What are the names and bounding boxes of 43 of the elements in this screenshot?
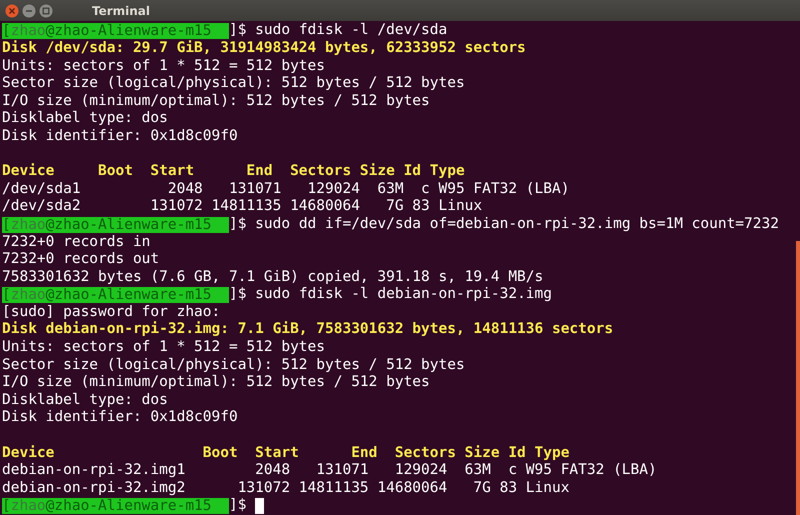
output-line: Units: sectors of 1 * 512 = 512 bytes bbox=[2, 58, 326, 76]
window-title: Terminal bbox=[92, 4, 150, 18]
output-heading: Disk debian-on-rpi-32.img: 7.1 GiB, 7583301632 bytes, 14811136 sectors bbox=[2, 321, 614, 340]
command-text: ]$ bbox=[228, 497, 246, 515]
prompt-user: zhao bbox=[10, 216, 46, 233]
maximize-icon[interactable] bbox=[39, 4, 53, 18]
output-line: Disklabel type: dos bbox=[2, 110, 168, 128]
prompt-bracket: [ bbox=[2, 23, 11, 40]
output-line: debian-on-rpi-32.img2 131072 14811135 14680064 7G 83 Linux bbox=[2, 480, 570, 498]
prompt-bracket: [ bbox=[2, 216, 11, 233]
prompt-bracket: [ bbox=[2, 287, 11, 304]
output-line: /dev/sda2 131072 14811135 14680064 7G 83 Linux bbox=[2, 198, 482, 216]
output-line: Disk identifier: 0x1d8c09f0 bbox=[2, 409, 238, 428]
output-line: Sector size (logical/physical): 512 bytes / 512 bytes bbox=[2, 356, 465, 374]
output-line: Disklabel type: dos bbox=[2, 392, 168, 410]
output-heading: Device Boot Start End Sectors Size Id Type bbox=[2, 444, 570, 462]
command-text: ]$ sudo dd if=/dev/sda of=debian-on-rpi-32.img bs=1M count=7232 bbox=[228, 216, 779, 234]
minimize-icon[interactable] bbox=[22, 4, 36, 18]
close-icon[interactable] bbox=[5, 4, 19, 18]
command-text: ]$ sudo fdisk -l /dev/sda bbox=[228, 22, 448, 40]
prompt-user: zhao bbox=[10, 287, 46, 304]
prompt-user: zhao bbox=[10, 498, 46, 514]
prompt-host: @zhao-Alienware-m15 bbox=[46, 498, 212, 514]
output-line: I/O size (minimum/optimal): 512 bytes / 512 bytes bbox=[2, 374, 430, 392]
output-heading: Device Boot Start End Sectors Size Id Type bbox=[2, 163, 465, 181]
output-line: 7583301632 bytes (7.6 GB, 7.1 GiB) copied, 391.18 s, 19.4 MB/s bbox=[2, 268, 544, 286]
output-line: Disk identifier: 0x1d8c09f0 bbox=[2, 128, 238, 146]
command-text: ]$ sudo fdisk -l debian-on-rpi-32.img bbox=[228, 286, 552, 304]
prompt-host: @zhao-Alienware-m15 bbox=[46, 216, 212, 233]
output-heading: Disk /dev/sda: 29.7 GiB, 31914983424 bytes, 62333952 sectors bbox=[2, 40, 526, 58]
prompt-bracket: [ bbox=[2, 498, 11, 514]
output-line: [sudo] password for zhao: bbox=[2, 304, 220, 321]
prompt-user: zhao bbox=[10, 23, 46, 40]
output-line: Units: sectors of 1 * 512 = 512 bytes bbox=[2, 339, 326, 357]
prompt-host: @zhao-Alienware-m15 bbox=[46, 23, 212, 40]
scrollbar-thumb[interactable] bbox=[796, 241, 800, 515]
prompt-host: @zhao-Alienware-m15 bbox=[46, 287, 212, 304]
output-line: 7232+0 records out bbox=[2, 251, 160, 269]
output-line: debian-on-rpi-32.img1 2048 131071 129024 63M c W95 FAT32 (LBA) bbox=[2, 462, 657, 480]
output-line: 7232+0 records in bbox=[2, 234, 150, 252]
output-line: /dev/sda1 2048 131071 129024 63M c W95 FAT32 (LBA) bbox=[2, 180, 570, 198]
output-line: Sector size (logical/physical): 512 bytes / 512 bytes bbox=[2, 75, 465, 93]
output-line: I/O size (minimum/optimal): 512 bytes / 512 bytes bbox=[2, 92, 430, 110]
